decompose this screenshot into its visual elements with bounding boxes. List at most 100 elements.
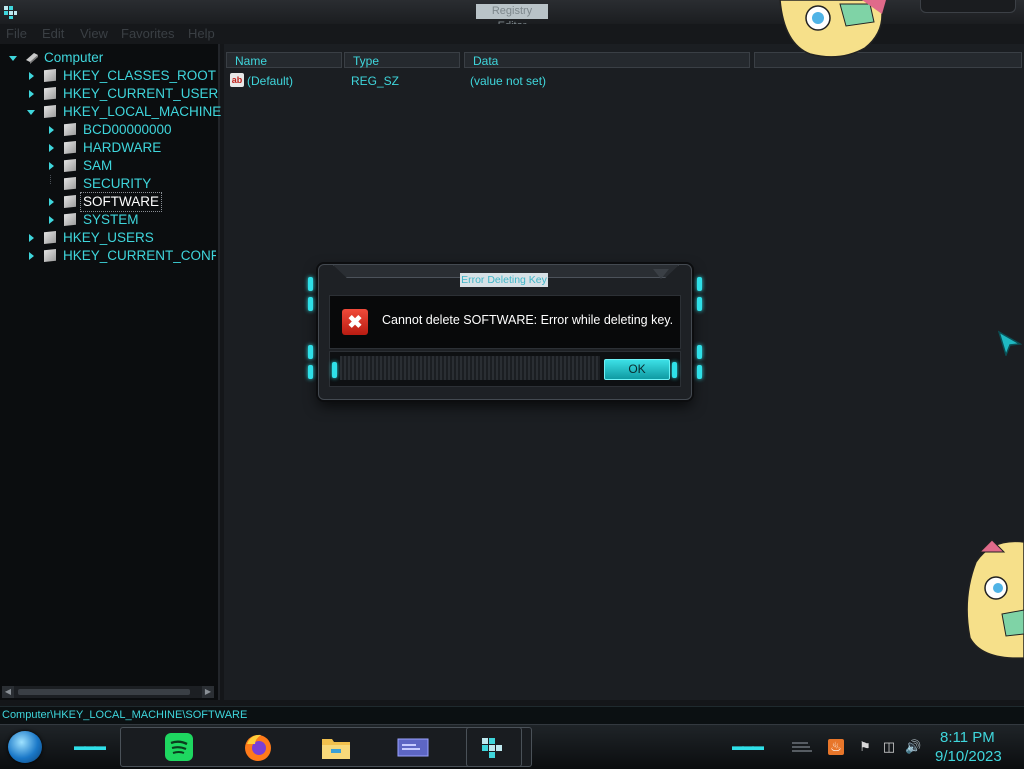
- tree-item-software[interactable]: SOFTWARE: [46, 192, 206, 212]
- decorative-led-icon: [672, 362, 677, 378]
- decorative-led-icon: [308, 277, 313, 291]
- dialog-message-area: ✖ Cannot delete SOFTWARE: Error while de…: [329, 295, 681, 349]
- menu-help[interactable]: Help: [188, 26, 215, 41]
- tree-item-sam[interactable]: SAM: [46, 157, 206, 175]
- expand-arrow-icon[interactable]: [26, 89, 36, 99]
- tree-item-security[interactable]: SECURITY: [46, 175, 206, 193]
- show-hidden-icons-icon[interactable]: [792, 741, 814, 753]
- expand-arrow-icon[interactable]: [26, 233, 36, 243]
- computer-icon: [26, 53, 38, 64]
- tree-label: HKEY_USERS: [63, 230, 154, 245]
- dialog-message: Cannot delete SOFTWARE: Error while dele…: [382, 313, 674, 327]
- value-name: (Default): [247, 74, 294, 88]
- tree-item-hkey-classes-root[interactable]: HKEY_CLASSES_ROOT: [26, 67, 216, 85]
- column-header-type[interactable]: Type: [344, 52, 460, 68]
- registry-key-icon: [44, 249, 56, 262]
- expand-arrow-icon[interactable]: [46, 143, 56, 153]
- menu-file[interactable]: File: [6, 26, 27, 41]
- tree-item-bcd00000000[interactable]: BCD00000000: [46, 121, 206, 139]
- scroll-left-icon[interactable]: ◀: [2, 686, 14, 698]
- caption-buttons-frame[interactable]: [920, 0, 1016, 13]
- collapse-arrow-icon[interactable]: [26, 107, 36, 117]
- registry-key-icon: [64, 195, 76, 208]
- tree-item-computer[interactable]: Computer: [8, 49, 208, 67]
- status-path: Computer\HKEY_LOCAL_MACHINE\SOFTWARE: [2, 709, 248, 721]
- expand-arrow-icon[interactable]: [26, 71, 36, 81]
- firefox-icon[interactable]: [241, 730, 275, 764]
- status-bar: Computer\HKEY_LOCAL_MACHINE\SOFTWARE: [0, 706, 1024, 725]
- tree-label: BCD00000000: [83, 122, 172, 137]
- network-icon[interactable]: ◫: [881, 739, 897, 755]
- registry-key-icon: [64, 213, 76, 226]
- dialog-close-icon[interactable]: [653, 269, 669, 279]
- taskbar: ▬▬▬ ▬▬▬ ♨ ⚑ ◫ 🔊 8:11 PM 9/10/2023: [0, 724, 1024, 769]
- column-header-name[interactable]: Name: [226, 52, 342, 68]
- tree-label: Computer: [44, 50, 104, 65]
- flag-icon[interactable]: ⚑: [857, 739, 873, 755]
- ok-button[interactable]: OK: [604, 359, 670, 380]
- expand-arrow-icon[interactable]: [26, 251, 36, 261]
- dialog-title: Error Deleting Key: [460, 273, 548, 287]
- value-type: REG_SZ: [351, 74, 400, 88]
- window-title: Registry Editor: [476, 4, 548, 32]
- collapse-arrow-icon[interactable]: [8, 53, 18, 63]
- dialog-button-area: OK: [329, 351, 681, 387]
- expand-arrow-icon[interactable]: [46, 125, 56, 135]
- chevron-decoration-icon: ▬▬▬: [74, 739, 106, 753]
- tree-label: SYSTEM: [83, 212, 139, 227]
- tree-item-system[interactable]: SYSTEM: [46, 211, 206, 229]
- expand-arrow-icon[interactable]: [46, 215, 56, 225]
- ab-string-icon: ab: [230, 73, 244, 87]
- registry-key-icon: [44, 87, 56, 100]
- java-icon[interactable]: ♨: [828, 739, 844, 755]
- decorative-led-icon: [308, 345, 313, 359]
- expand-arrow-icon[interactable]: [46, 197, 56, 207]
- decorative-led-icon: [308, 297, 313, 311]
- tree-label: SAM: [83, 158, 113, 173]
- scroll-right-icon[interactable]: ▶: [202, 686, 214, 698]
- registry-editor-icon[interactable]: [476, 730, 510, 764]
- window-preview-icon[interactable]: [396, 730, 430, 764]
- expand-arrow-icon[interactable]: [46, 161, 56, 171]
- registry-editor-icon[interactable]: [2, 4, 18, 20]
- registry-key-icon: [44, 105, 56, 118]
- clock-date[interactable]: 9/10/2023: [935, 748, 1002, 765]
- tree-item-hkey-users[interactable]: HKEY_USERS: [26, 229, 216, 247]
- decorative-led-icon: [332, 362, 337, 378]
- tree-item-hkey-current-config[interactable]: HKEY_CURRENT_CONFI: [26, 247, 216, 265]
- decorative-led-icon: [697, 365, 702, 379]
- tree-label: HARDWARE: [83, 140, 162, 155]
- clock-time[interactable]: 8:11 PM: [940, 729, 995, 746]
- error-dialog[interactable]: Error Deleting Key ✖ Cannot delete SOFTW…: [308, 264, 702, 400]
- tree-label: HKEY_CURRENT_USER: [63, 86, 219, 101]
- tree-label: HKEY_CURRENT_CONFI: [63, 248, 216, 263]
- registry-key-icon: [64, 123, 76, 136]
- volume-icon[interactable]: 🔊: [905, 739, 921, 755]
- menu-edit[interactable]: Edit: [42, 26, 64, 41]
- value-data: (value not set): [470, 74, 547, 88]
- tree-label: HKEY_CLASSES_ROOT: [63, 68, 217, 83]
- spotify-icon[interactable]: [162, 730, 196, 764]
- tree-horizontal-scrollbar[interactable]: ◀ ▶: [2, 686, 214, 698]
- character-sticker-top: [779, 0, 886, 58]
- column-header-data[interactable]: Data: [464, 52, 750, 68]
- tree-label: SECURITY: [83, 176, 152, 191]
- menu-view[interactable]: View: [80, 26, 108, 41]
- start-button[interactable]: [8, 731, 42, 763]
- decorative-led-icon: [697, 297, 702, 311]
- scroll-thumb[interactable]: [18, 689, 190, 695]
- key-tree-pane[interactable]: Computer HKEY_CLASSES_ROOT HKEY_CURRENT_…: [0, 44, 221, 700]
- tree-label: HKEY_LOCAL_MACHINE: [63, 104, 222, 119]
- registry-key-icon: [64, 159, 76, 172]
- registry-key-icon: [64, 141, 76, 154]
- chevron-decoration-icon: ▬▬▬: [732, 739, 764, 753]
- mouse-cursor-icon: [998, 330, 1022, 356]
- decorative-led-icon: [697, 277, 702, 291]
- tree-item-hkey-current-user[interactable]: HKEY_CURRENT_USER: [26, 85, 219, 103]
- tree-item-hkey-local-machine[interactable]: HKEY_LOCAL_MACHINE: [26, 103, 221, 121]
- registry-key-icon: [44, 69, 56, 82]
- file-explorer-icon[interactable]: [319, 730, 353, 764]
- menu-favorites[interactable]: Favorites: [121, 26, 174, 41]
- tree-item-hardware[interactable]: HARDWARE: [46, 139, 206, 157]
- dialog-footer-grille: [340, 356, 600, 380]
